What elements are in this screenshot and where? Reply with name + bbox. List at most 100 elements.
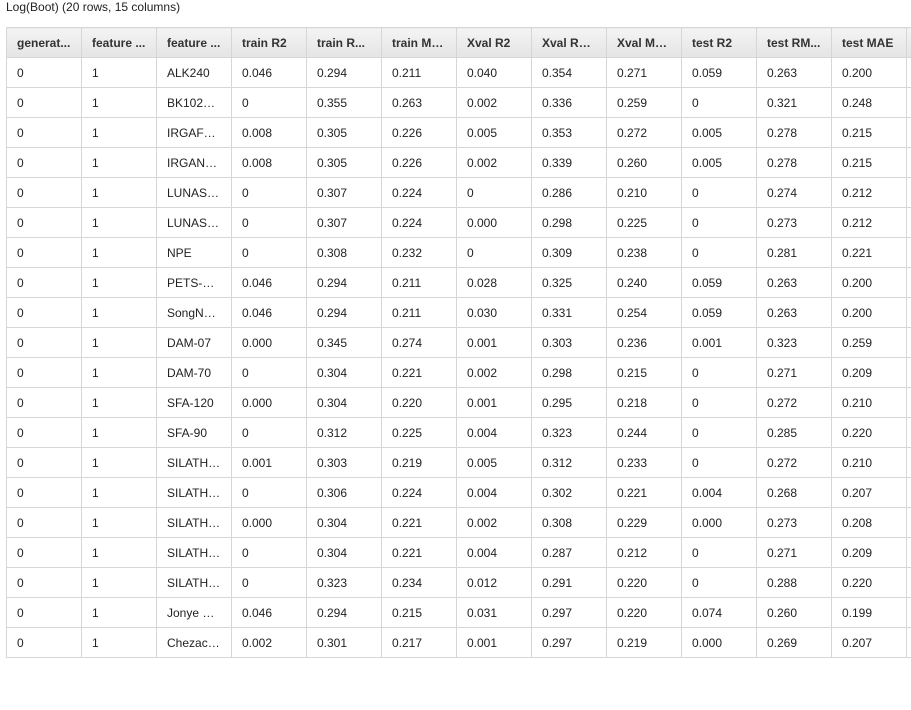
table-cell[interactable]: 1 [81, 537, 157, 568]
table-cell[interactable]: 0.229 [606, 507, 682, 538]
table-cell[interactable]: LUNAST... [156, 177, 232, 208]
table-cell[interactable]: 0 [681, 567, 757, 598]
table-cell[interactable]: 0.221 [606, 477, 682, 508]
table-cell[interactable]: 0 [231, 477, 307, 508]
table-cell[interactable]: 0.000 [231, 327, 307, 358]
table-cell[interactable]: 0.211 [381, 267, 457, 298]
table-cell[interactable]: 0 [6, 597, 82, 628]
table-cell[interactable]: 0.224 [381, 207, 457, 238]
table-cell[interactable]: 0.207 [831, 627, 907, 658]
table-cell[interactable]: 0.295 [531, 387, 607, 418]
table-cell[interactable]: 0.209 [831, 357, 907, 388]
table-cell[interactable]: 0.224 [381, 477, 457, 508]
table-cell[interactable]: 0.272 [756, 447, 832, 478]
table-cell[interactable]: 0.220 [831, 567, 907, 598]
table-cell[interactable]: 0.339 [531, 147, 607, 178]
table-cell[interactable]: 0 [6, 237, 82, 268]
table-cell[interactable]: 1 [81, 237, 157, 268]
table-cell[interactable]: 0 [456, 177, 532, 208]
table-cell[interactable]: 0.285 [756, 417, 832, 448]
table-cell[interactable]: 0 [681, 207, 757, 238]
table-cell[interactable]: 0.304 [306, 387, 382, 418]
table-cell[interactable]: 0 [6, 57, 82, 88]
table-cell[interactable]: 0.304 [306, 357, 382, 388]
table-cell[interactable]: 0.298 [531, 207, 607, 238]
table-cell[interactable]: 0.000 [231, 387, 307, 418]
table-cell[interactable]: 0.345 [306, 327, 382, 358]
table-cell[interactable]: 0.012 [456, 567, 532, 598]
table-cell[interactable]: 0 [6, 567, 82, 598]
table-cell[interactable]: 0.000 [681, 507, 757, 538]
table-cell[interactable]: 0.281 [756, 237, 832, 268]
table-cell[interactable]: 0.001 [681, 327, 757, 358]
table-cell[interactable]: 0 [231, 237, 307, 268]
table-cell[interactable]: SongNO... [156, 297, 232, 328]
table-cell[interactable]: 0 [6, 147, 82, 178]
table-cell[interactable]: 0 [6, 537, 82, 568]
table-cell[interactable]: 0.220 [606, 567, 682, 598]
table-cell[interactable]: 0.263 [756, 267, 832, 298]
table-cell[interactable]: 0 [231, 537, 307, 568]
table-cell[interactable]: 0.294 [306, 297, 382, 328]
table-cell[interactable]: 0.244 [606, 417, 682, 448]
table-cell[interactable]: 0.312 [531, 447, 607, 478]
table-cell[interactable]: 0 [6, 477, 82, 508]
table-row[interactable]: 0 1 SILATHE... 0.000 0.304 0.221 0.002 0.308 0.2… [6, 507, 911, 538]
table-cell[interactable]: 0 [6, 117, 82, 148]
table-cell[interactable]: 0.001 [231, 447, 307, 478]
table-cell[interactable]: 0.321 [756, 87, 832, 118]
table-row[interactable]: 0 1 SongNO... 0.046 0.294 0.211 0.030 0.331 0.25… [6, 297, 911, 328]
table-cell[interactable]: 0 [681, 447, 757, 478]
table-cell[interactable]: 0.287 [531, 537, 607, 568]
table-row[interactable]: 0 1 DAM-70 0 0.304 0.221 0.002 0.298 0.215 0 0.271… [6, 357, 911, 388]
table-cell[interactable]: SILATHE... [156, 447, 232, 478]
table-cell[interactable]: 0.212 [831, 177, 907, 208]
table-cell[interactable]: PETS-AHS [156, 267, 232, 298]
table-row[interactable]: 0 1 NPE 0 0.308 0.232 0 0.309 0.238 0 0.281 0.221 [6, 237, 911, 268]
table-cell[interactable]: 0.008 [231, 147, 307, 178]
table-cell[interactable]: 0.200 [831, 57, 907, 88]
table-cell[interactable]: 1 [81, 267, 157, 298]
table-cell[interactable]: 0 [456, 237, 532, 268]
table-cell[interactable]: 0.263 [381, 87, 457, 118]
table-cell[interactable]: 0 [6, 417, 82, 448]
table-cell[interactable]: 0.291 [531, 567, 607, 598]
table-cell[interactable]: 0 [6, 357, 82, 388]
table-cell[interactable]: Jonye h-... [156, 597, 232, 628]
table-cell[interactable]: LUNAST... [156, 207, 232, 238]
table-row[interactable]: 0 1 SILATHE... 0.001 0.303 0.219 0.005 0.312 0.2… [6, 447, 911, 478]
table-cell[interactable]: 0.225 [606, 207, 682, 238]
table-cell[interactable]: 0.002 [456, 147, 532, 178]
table-cell[interactable]: DAM-07 [156, 327, 232, 358]
table-cell[interactable]: 0.271 [756, 537, 832, 568]
table-cell[interactable]: 0.005 [681, 147, 757, 178]
table-cell[interactable]: 0 [6, 87, 82, 118]
table-row[interactable]: 0 1 IRGAFO... 0.008 0.305 0.226 0.005 0.353 0.27… [6, 117, 911, 148]
table-cell[interactable]: 0.210 [606, 177, 682, 208]
table-cell[interactable]: 0.306 [306, 477, 382, 508]
table-cell[interactable]: 0.221 [381, 537, 457, 568]
table-cell[interactable]: 0 [6, 507, 82, 538]
table-row[interactable]: 0 1 SFA-120 0.000 0.304 0.220 0.001 0.295 0.218 0… [6, 387, 911, 418]
table-cell[interactable]: 1 [81, 327, 157, 358]
table-row[interactable]: 0 1 SILATHE... 0 0.323 0.234 0.012 0.291 0.220 0 0… [6, 567, 911, 598]
table-cell[interactable]: 1 [81, 447, 157, 478]
table-cell[interactable]: 0.217 [381, 627, 457, 658]
table-cell[interactable]: 0.268 [756, 477, 832, 508]
table-cell[interactable]: 0.000 [456, 207, 532, 238]
table-row[interactable]: 0 1 Jonye h-... 0.046 0.294 0.215 0.031 0.297 0.… [6, 597, 911, 628]
table-cell[interactable]: 0.323 [306, 567, 382, 598]
table-cell[interactable]: SILATHE... [156, 507, 232, 538]
table-cell[interactable]: 0.254 [606, 297, 682, 328]
table-cell[interactable]: NPE [156, 237, 232, 268]
column-header[interactable]: train R... [306, 27, 382, 58]
table-cell[interactable]: 0.336 [531, 87, 607, 118]
table-cell[interactable]: 0.278 [756, 117, 832, 148]
table-row[interactable]: 0 1 SFA-90 0 0.312 0.225 0.004 0.323 0.244 0 0.285… [6, 417, 911, 448]
table-cell[interactable]: 0.304 [306, 537, 382, 568]
table-cell[interactable]: 0.236 [606, 327, 682, 358]
table-cell[interactable]: 0.259 [606, 87, 682, 118]
table-cell[interactable]: 0.199 [831, 597, 907, 628]
table-cell[interactable]: 1 [81, 357, 157, 388]
table-cell[interactable]: 0.046 [231, 267, 307, 298]
